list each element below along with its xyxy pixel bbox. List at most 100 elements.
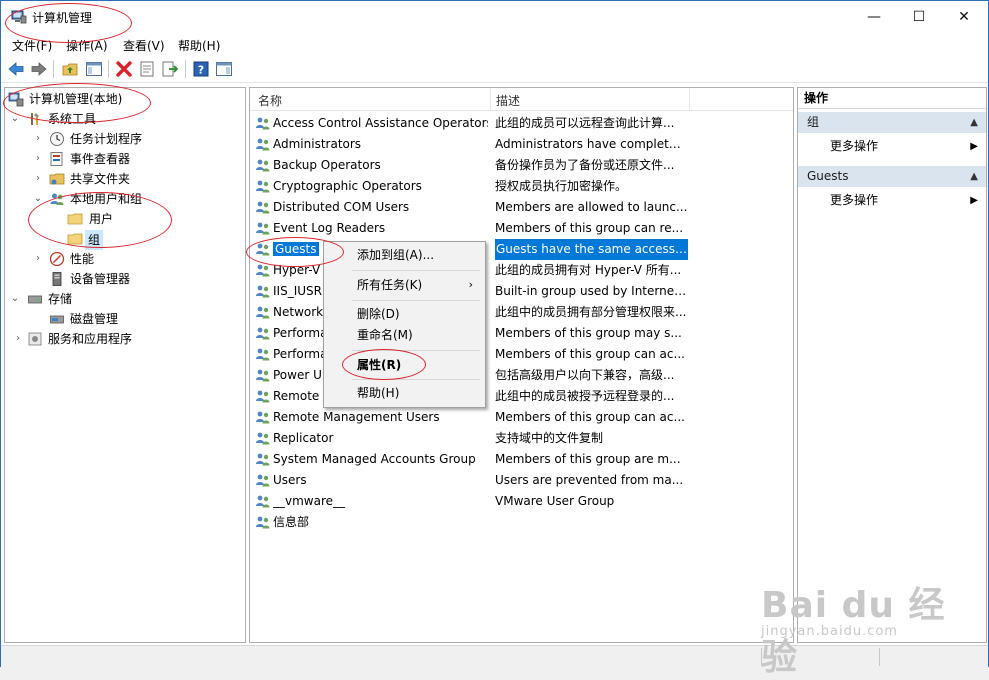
shared-folder-icon <box>49 173 65 185</box>
menu-item-add-to-group[interactable]: 添加到组(A)... <box>324 244 485 266</box>
table-row[interactable]: Remote Management Users Members of this g… <box>250 407 690 428</box>
delete-icon[interactable] <box>115 60 133 78</box>
back-arrow-icon[interactable] <box>7 60 25 78</box>
group-description-cell: 此组中的成员拥有部分管理权限来... <box>495 305 687 319</box>
table-row[interactable]: Replicator 支持域中的文件复制 <box>250 428 690 449</box>
column-divider[interactable] <box>689 88 690 110</box>
maximize-button[interactable]: ☐ <box>896 1 942 33</box>
group-name-cell: Distributed COM Users <box>273 197 488 218</box>
menu-help[interactable]: 帮助(H) <box>178 37 220 54</box>
navigation-tree-pane: 计算机管理(本地) ⌄ 系统工具 › 任务计划程序 › 事件查看器 › 共享文件… <box>4 87 246 643</box>
group-icon <box>256 411 270 424</box>
group-name-cell: Administrators <box>273 134 488 155</box>
menu-item-label: 所有任务(K) <box>357 278 423 292</box>
expand-arrow-icon[interactable]: › <box>32 129 44 149</box>
properties-icon[interactable] <box>138 60 156 78</box>
table-row[interactable]: __vmware__ VMware User Group <box>250 491 690 512</box>
group-description-cell: Members of this group can ac... <box>495 410 685 424</box>
menu-separator <box>352 379 480 380</box>
expand-arrow-icon[interactable]: › <box>32 149 44 169</box>
system-tools-icon <box>31 113 39 125</box>
expand-arrow-icon[interactable]: › <box>32 249 44 269</box>
menu-item-properties[interactable]: 属性(R) <box>324 354 485 376</box>
menu-item-rename[interactable]: 重命名(M) <box>324 324 485 346</box>
tree-label: 共享文件夹 <box>70 172 131 186</box>
up-folder-icon[interactable] <box>61 60 79 78</box>
storage-icon <box>28 295 42 304</box>
group-name: __vmware__ <box>273 494 346 508</box>
tree-label: 性能 <box>70 252 95 266</box>
group-name: Event Log Readers <box>273 221 386 235</box>
menu-file[interactable]: 文件(F) <box>12 37 52 54</box>
group-description-cell: VMware User Group <box>495 494 615 508</box>
more-actions-label: 更多操作 <box>830 193 879 207</box>
group-name: Cryptographic Operators <box>273 179 422 193</box>
group-icon <box>256 201 270 214</box>
table-row[interactable]: Event Log Readers Members of this group c… <box>250 218 690 239</box>
more-actions-guests[interactable]: 更多操作 ▶ <box>798 190 986 211</box>
group-name-cell: System Managed Accounts Group <box>273 449 488 470</box>
group-name: Power U <box>273 368 322 382</box>
column-divider[interactable] <box>490 88 491 110</box>
table-row[interactable]: 信息部 <box>250 512 690 533</box>
group-icon <box>256 495 270 508</box>
menu-item-delete[interactable]: 删除(D) <box>324 303 485 325</box>
expand-arrow-icon[interactable]: › <box>32 169 44 189</box>
menu-bar: 文件(F) 操作(A) 查看(V) 帮助(H) <box>1 34 988 55</box>
actions-section-groups[interactable]: 组 ▲ <box>798 112 986 133</box>
table-row[interactable]: Distributed COM Users Members are allowed… <box>250 197 690 218</box>
group-icon <box>256 432 270 445</box>
close-window-button[interactable]: ✕ <box>941 1 987 33</box>
export-list-icon[interactable] <box>161 60 179 78</box>
more-actions-groups[interactable]: 更多操作 ▶ <box>798 136 986 157</box>
submenu-arrow-icon: ▶ <box>970 195 978 206</box>
show-hide-tree-icon[interactable] <box>85 60 103 78</box>
collapse-caret-icon[interactable]: ▲ <box>970 166 978 187</box>
toolbar: ? <box>1 56 988 83</box>
computer-management-icon <box>8 92 24 107</box>
menu-item-help[interactable]: 帮助(H) <box>324 382 485 404</box>
group-name-cell: Users <box>273 470 488 491</box>
tree-label: 磁盘管理 <box>70 312 119 326</box>
table-row[interactable]: Access Control Assistance Operators 此组的成员… <box>250 113 690 134</box>
minimize-button[interactable]: — <box>851 1 897 33</box>
column-header-description[interactable]: 描述 <box>496 92 520 109</box>
group-icon <box>256 327 270 340</box>
submenu-arrow-icon: › <box>468 278 473 291</box>
collapse-arrow-icon[interactable]: ⌄ <box>9 109 21 129</box>
action-pane-icon[interactable] <box>215 60 233 78</box>
toolbar-separator <box>108 60 109 78</box>
section-label: 组 <box>807 115 820 129</box>
group-name: Remote Management Users <box>273 410 440 424</box>
table-row[interactable]: System Managed Accounts Group Members of … <box>250 449 690 470</box>
group-name: IIS_IUSR <box>273 284 322 298</box>
expand-arrow-icon[interactable]: › <box>12 329 24 349</box>
column-header-name[interactable]: 名称 <box>258 92 282 109</box>
group-name: Hyper-V <box>273 263 321 277</box>
menu-view[interactable]: 查看(V) <box>123 37 165 54</box>
tree-label: 存储 <box>48 292 73 306</box>
table-row[interactable]: Users Users are prevented from ma... <box>250 470 690 491</box>
table-row[interactable]: Backup Operators 备份操作员为了备份或还原文件... <box>250 155 690 176</box>
group-description-cell: Administrators have complete ... <box>495 137 688 151</box>
menu-item-all-tasks[interactable]: 所有任务(K) › <box>324 274 485 296</box>
table-row[interactable]: Cryptographic Operators 授权成员执行加密操作。 <box>250 176 690 197</box>
group-description-cell: 包括高级用户以向下兼容，高级... <box>495 368 675 382</box>
collapse-arrow-icon[interactable]: ⌄ <box>32 189 44 209</box>
actions-section-guests[interactable]: Guests ▲ <box>798 166 986 187</box>
tree-label: 系统工具 <box>48 112 97 126</box>
group-icon <box>256 222 270 235</box>
group-description-cell: 授权成员执行加密操作。 <box>495 179 628 193</box>
collapse-caret-icon[interactable]: ▲ <box>970 112 978 133</box>
folder-icon <box>67 233 83 245</box>
help-icon[interactable]: ? <box>192 60 210 78</box>
forward-arrow-icon[interactable] <box>30 60 48 78</box>
menu-action[interactable]: 操作(A) <box>66 37 108 54</box>
services-apps-icon <box>28 332 42 346</box>
toolbar-separator <box>185 60 186 78</box>
performance-icon <box>49 251 65 267</box>
collapse-arrow-icon[interactable]: ⌄ <box>9 289 21 309</box>
table-row[interactable]: Administrators Administrators have comple… <box>250 134 690 155</box>
computer-management-app-icon <box>11 10 27 24</box>
clock-icon <box>50 132 64 146</box>
